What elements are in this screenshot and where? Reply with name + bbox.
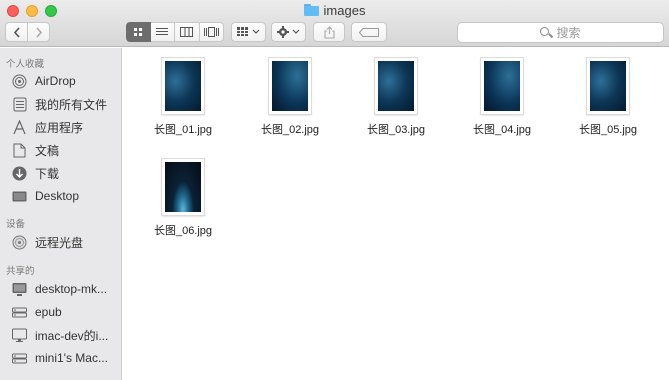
file-thumbnail	[269, 58, 311, 114]
share-button[interactable]	[313, 22, 345, 42]
file-item[interactable]: 长图_05.jpg	[558, 58, 658, 137]
file-browser: 长图_01.jpg 长图_02.jpg 长图_03.jpg 长图_04.jpg …	[123, 48, 669, 380]
folder-icon	[303, 4, 319, 16]
file-item[interactable]: 长图_04.jpg	[452, 58, 552, 137]
sidebar: 个人收藏 AirDrop 我的所有文件 应用程序 文稿 下载 Desktop 设…	[0, 48, 122, 380]
file-name: 长图_03.jpg	[366, 124, 426, 136]
file-name: 长图_05.jpg	[578, 124, 638, 136]
column-view-icon	[180, 27, 194, 37]
server-icon	[12, 305, 27, 320]
file-thumbnail	[375, 58, 417, 114]
icon-view-icon	[133, 27, 142, 36]
sidebar-item-label: imac-dev的i...	[35, 328, 109, 343]
imac-icon	[12, 328, 27, 343]
sidebar-item-downloads[interactable]: 下载	[12, 163, 120, 183]
sidebar-header-devices: 设备	[6, 219, 26, 230]
forward-button[interactable]	[27, 22, 50, 42]
tags-button[interactable]	[351, 22, 387, 42]
file-item[interactable]: 长图_02.jpg	[240, 58, 340, 137]
action-button[interactable]	[271, 22, 306, 42]
finder-window: images 搜索 个人收藏 AirDrop 我的所有文件 应用程序 文稿 下载…	[0, 0, 669, 380]
toolbar: images 搜索	[0, 0, 669, 47]
arrange-button[interactable]	[231, 22, 266, 42]
sidebar-item-label: AirDrop	[35, 74, 76, 88]
list-view-icon	[156, 28, 169, 35]
search-field[interactable]: 搜索	[457, 22, 664, 43]
file-item[interactable]: 长图_06.jpg	[133, 159, 233, 238]
file-thumbnail	[587, 58, 629, 114]
sidebar-item-desktop[interactable]: Desktop	[12, 186, 120, 206]
cover-flow-icon	[203, 27, 219, 37]
computer-icon	[12, 282, 27, 297]
sidebar-header-shared: 共享的	[6, 266, 35, 277]
sidebar-item-mini1-mac[interactable]: mini1's Mac...	[12, 348, 120, 368]
sidebar-header-favorites: 个人收藏	[6, 59, 45, 70]
airdrop-icon	[12, 74, 27, 89]
file-thumbnail	[162, 159, 204, 215]
share-icon	[323, 25, 335, 39]
icon-view-button[interactable]	[126, 22, 151, 42]
remote-disc-icon	[12, 235, 27, 250]
file-name: 长图_04.jpg	[472, 124, 532, 136]
desktop-icon	[12, 189, 27, 204]
downloads-icon	[12, 166, 27, 181]
sidebar-item-label: 我的所有文件	[35, 97, 108, 112]
sidebar-item-label: Desktop	[35, 189, 80, 203]
list-view-button[interactable]	[150, 22, 176, 42]
search-placeholder: 搜索	[556, 26, 581, 40]
file-thumbnail	[481, 58, 523, 114]
sidebar-item-applications[interactable]: 应用程序	[12, 117, 120, 137]
all-files-icon	[12, 97, 27, 112]
file-thumbnail	[162, 58, 204, 114]
sidebar-item-airdrop[interactable]: AirDrop	[12, 71, 120, 91]
documents-icon	[12, 143, 27, 158]
sidebar-item-all-files[interactable]: 我的所有文件	[12, 94, 120, 114]
tag-icon	[359, 27, 379, 37]
sidebar-item-label: desktop-mk...	[35, 282, 108, 296]
file-item[interactable]: 长图_03.jpg	[346, 58, 446, 137]
sidebar-item-label: 远程光盘	[35, 235, 84, 250]
arrange-grid-icon	[236, 27, 259, 36]
column-view-button[interactable]	[175, 22, 200, 42]
sidebar-item-label: 应用程序	[35, 120, 84, 135]
sidebar-item-label: epub	[35, 305, 62, 319]
sidebar-item-documents[interactable]: 文稿	[12, 140, 120, 160]
chevron-left-icon	[13, 26, 20, 38]
sidebar-item-epub[interactable]: epub	[12, 302, 120, 322]
file-name: 长图_01.jpg	[153, 124, 213, 136]
sidebar-item-label: mini1's Mac...	[35, 351, 108, 365]
chevron-right-icon	[35, 26, 42, 38]
sidebar-item-remote-disc[interactable]: 远程光盘	[12, 232, 120, 252]
search-icon	[540, 27, 551, 38]
view-mode-selector	[126, 22, 225, 42]
back-button[interactable]	[5, 22, 28, 42]
server-icon	[12, 351, 27, 366]
sidebar-item-imac-dev[interactable]: imac-dev的i...	[12, 325, 120, 345]
cover-flow-button[interactable]	[199, 22, 225, 42]
file-name: 长图_06.jpg	[153, 225, 213, 237]
window-title: images	[0, 3, 669, 18]
window-title-text: images	[323, 3, 366, 18]
gear-icon	[276, 26, 299, 38]
file-item[interactable]: 长图_01.jpg	[133, 58, 233, 137]
file-name: 长图_02.jpg	[260, 124, 320, 136]
sidebar-item-label: 下载	[35, 166, 60, 181]
sidebar-item-label: 文稿	[35, 143, 60, 158]
applications-icon	[12, 119, 27, 135]
sidebar-item-desktop-mk[interactable]: desktop-mk...	[12, 279, 120, 299]
